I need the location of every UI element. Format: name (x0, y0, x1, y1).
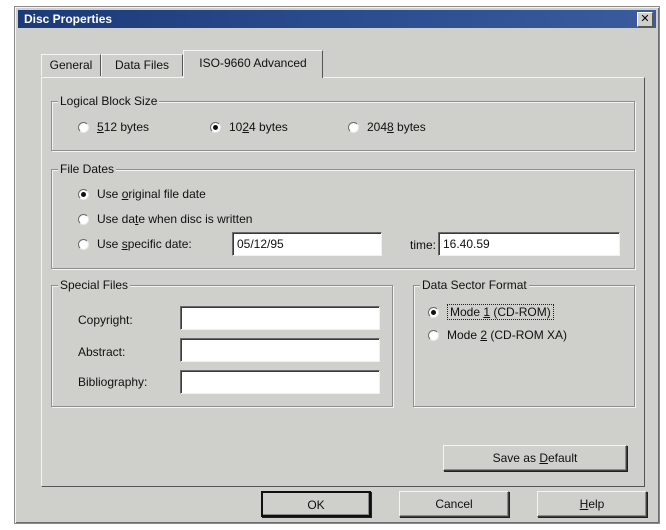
tab-panel (41, 77, 645, 487)
cancel-button[interactable]: Cancel (399, 491, 509, 517)
tab-general[interactable]: General (41, 54, 101, 76)
disc-properties-dialog: Disc Properties ✕ General Data Files ISO… (14, 6, 660, 524)
tab-iso-9660-advanced[interactable]: ISO-9660 Advanced (183, 50, 323, 78)
help-button[interactable]: Help (537, 491, 647, 517)
tab-data-files[interactable]: Data Files (101, 54, 183, 76)
window-title: Disc Properties (24, 12, 113, 26)
ok-button[interactable]: OK (261, 491, 371, 517)
close-icon[interactable]: ✕ (637, 12, 653, 27)
title-bar[interactable]: Disc Properties ✕ (18, 10, 656, 28)
